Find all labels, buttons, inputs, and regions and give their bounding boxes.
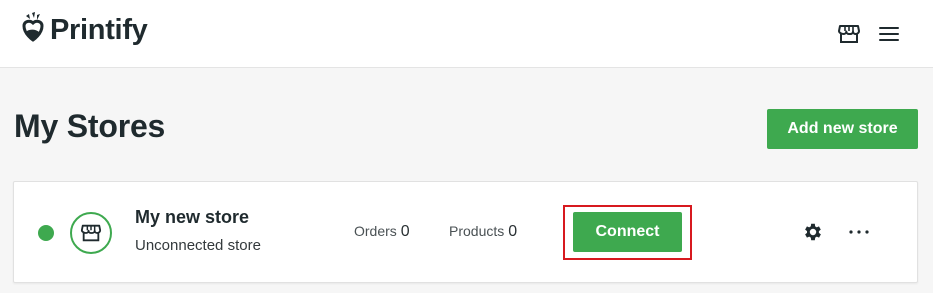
- brand-name: Printify: [50, 13, 148, 46]
- storefront-icon[interactable]: [837, 22, 861, 46]
- printify-logo[interactable]: Printify: [20, 12, 148, 48]
- store-card: My new store Unconnected store Orders 0 P…: [13, 181, 918, 283]
- hamburger-menu-icon[interactable]: [877, 22, 901, 46]
- store-name[interactable]: My new store: [135, 207, 249, 228]
- more-dots-icon[interactable]: [847, 220, 871, 244]
- status-dot: [38, 225, 54, 241]
- orders-label: Orders: [354, 223, 397, 239]
- products-label: Products: [449, 223, 505, 239]
- top-header: Printify: [0, 0, 933, 68]
- orders-stat: Orders 0: [354, 223, 410, 241]
- gear-icon[interactable]: [802, 221, 824, 243]
- connect-button[interactable]: Connect: [573, 212, 682, 252]
- products-stat: Products 0: [449, 223, 517, 241]
- page-title: My Stores: [14, 108, 166, 144]
- add-new-store-button[interactable]: Add new store: [767, 109, 918, 149]
- storefront-icon: [80, 224, 102, 242]
- products-count: 0: [508, 223, 518, 240]
- printify-logo-icon: [22, 12, 44, 42]
- store-avatar: [70, 212, 112, 254]
- orders-count: 0: [400, 223, 410, 240]
- store-status-text: Unconnected store: [135, 237, 261, 254]
